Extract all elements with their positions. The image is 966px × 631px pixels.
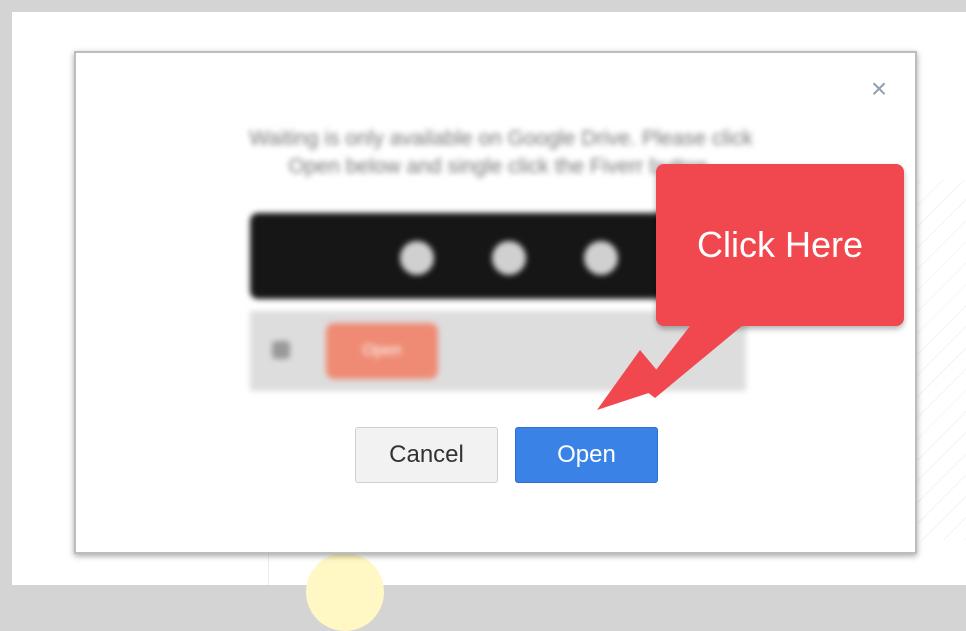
- preview-toolbar-icon: [492, 241, 526, 275]
- preview-user-icon: [272, 341, 290, 359]
- open-button[interactable]: Open: [515, 427, 658, 483]
- cancel-button[interactable]: Cancel: [355, 427, 498, 483]
- background-highlight-circle: [306, 553, 384, 631]
- close-icon[interactable]: ×: [865, 75, 893, 103]
- click-here-callout: Click Here: [656, 164, 904, 326]
- blurred-message-line-1: Waiting is only available on Google Driv…: [249, 127, 753, 150]
- preview-toolbar-icon: [400, 241, 434, 275]
- preview-open-button: Open: [326, 323, 438, 379]
- preview-toolbar-icon: [584, 241, 618, 275]
